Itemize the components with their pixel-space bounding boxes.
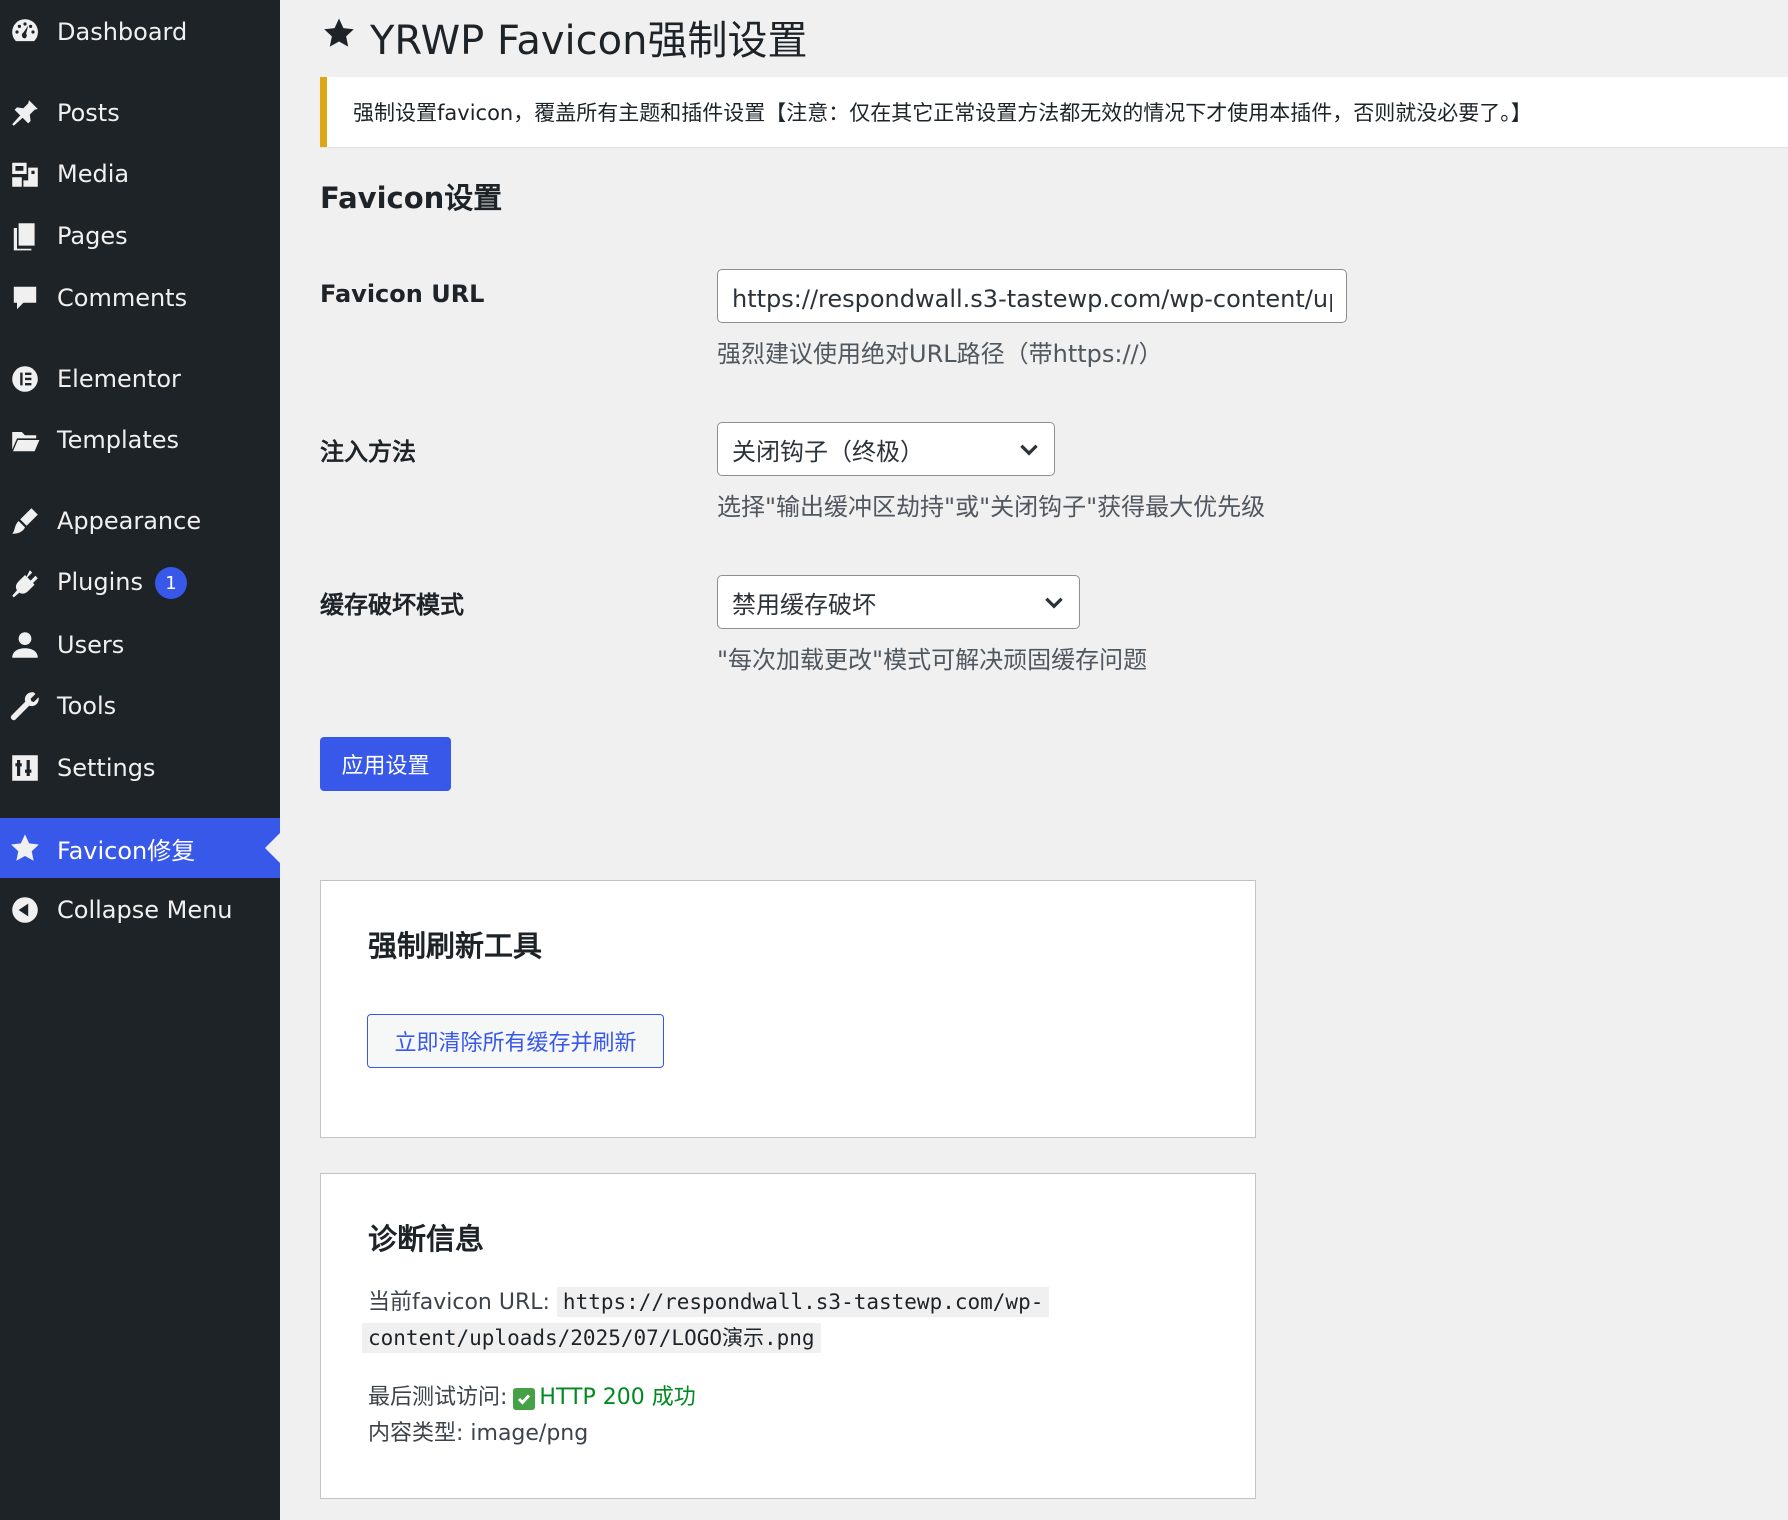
page-title-text: YRWP Favicon强制设置 [370, 18, 808, 64]
pushpin-icon [8, 96, 42, 130]
favicon-url-input[interactable] [717, 269, 1347, 323]
inject-method-select[interactable]: 关闭钩子（终极） [717, 422, 1055, 476]
sidebar-item-templates[interactable]: Templates [0, 410, 280, 470]
last-test-line: 最后测试访问: HTTP 200 成功 [368, 1380, 696, 1416]
apply-settings-button[interactable]: 应用设置 [320, 737, 451, 791]
sidebar-item-label: Settings [57, 754, 156, 782]
sidebar-item-label: Media [57, 160, 130, 188]
sidebar-item-posts[interactable]: Posts [0, 83, 280, 143]
sidebar-item-appearance[interactable]: Appearance [0, 491, 280, 551]
sidebar-item-label: Collapse Menu [57, 896, 233, 924]
sidebar-item-label: Templates [57, 426, 180, 454]
user-icon [8, 628, 42, 662]
sidebar-item-dashboard[interactable]: Dashboard [0, 2, 280, 62]
admin-sidebar: Dashboard Posts Media Pages Comments Ele… [0, 0, 280, 1520]
collapse-icon [8, 893, 42, 927]
main-content: YRWP Favicon强制设置 强制设置favicon，覆盖所有主题和插件设置… [280, 0, 1788, 1520]
current-url-label: 当前favicon URL: [368, 1290, 550, 1315]
sidebar-item-plugins[interactable]: Plugins 1 [0, 553, 280, 613]
pages-icon [8, 219, 42, 253]
cache-mode-description: "每次加载更改"模式可解决顽固缓存问题 [717, 646, 1148, 674]
inject-method-value: 关闭钩子（终极） [732, 437, 924, 466]
sidebar-item-label: Favicon修复 [57, 836, 196, 865]
sidebar-item-label: Plugins 1 [57, 567, 187, 599]
favicon-url-description: 强烈建议使用绝对URL路径（带https://） [717, 340, 1163, 368]
cache-mode-value: 禁用缓存破坏 [732, 590, 876, 619]
content-type-line: 内容类型: image/png [368, 1421, 589, 1446]
favicon-url-label: Favicon URL [320, 280, 485, 308]
current-url-line-2: content/uploads/2025/07/LOGO演示.png [362, 1320, 821, 1357]
diagnostics-title: 诊断信息 [368, 1222, 485, 1256]
sidebar-item-comments[interactable]: Comments [0, 268, 280, 328]
sidebar-item-label: Dashboard [57, 18, 188, 46]
sidebar-item-elementor[interactable]: Elementor [0, 349, 280, 409]
brush-icon [8, 504, 42, 538]
comment-icon [8, 281, 42, 315]
diagnostics-card: 诊断信息 当前favicon URL: https://respondwall.… [320, 1173, 1256, 1499]
sidebar-item-favicon[interactable]: Favicon修复 [0, 818, 280, 878]
sidebar-item-users[interactable]: Users [0, 615, 280, 675]
sidebar-item-label: Tools [57, 692, 117, 720]
plugin-icon [8, 566, 42, 600]
star-icon [8, 831, 42, 865]
sidebar-item-label: Users [57, 631, 125, 659]
clear-cache-button[interactable]: 立即清除所有缓存并刷新 [367, 1014, 664, 1068]
media-icon [8, 157, 42, 191]
wrench-icon [8, 689, 42, 723]
chevron-down-icon [1041, 589, 1067, 615]
cache-mode-select[interactable]: 禁用缓存破坏 [717, 575, 1080, 629]
refresh-tool-card: 强制刷新工具 立即清除所有缓存并刷新 [320, 880, 1256, 1138]
sidebar-item-label: Pages [57, 222, 128, 250]
dashboard-icon [8, 15, 42, 49]
notice-text: 强制设置favicon，覆盖所有主题和插件设置【注意：仅在其它正常设置方法都无效… [353, 101, 1532, 125]
current-url-value-cont: content/uploads/2025/07/LOGO演示.png [362, 1323, 821, 1353]
elementor-icon [8, 362, 42, 396]
last-test-result: HTTP 200 成功 [539, 1385, 696, 1410]
inject-method-description: 选择"输出缓冲区劫持"或"关闭钩子"获得最大优先级 [717, 493, 1266, 521]
star-icon [322, 14, 356, 60]
page-title: YRWP Favicon强制设置 [322, 8, 807, 66]
settings-icon [8, 751, 42, 785]
current-url-value: https://respondwall.s3-tastewp.com/wp- [556, 1287, 1050, 1317]
refresh-tool-title: 强制刷新工具 [368, 929, 543, 963]
collapse-menu-button[interactable]: Collapse Menu [0, 880, 280, 940]
check-icon [513, 1388, 536, 1410]
inject-method-label: 注入方法 [320, 438, 416, 466]
sidebar-item-label: Appearance [57, 507, 202, 535]
chevron-down-icon [1016, 436, 1042, 462]
sidebar-item-tools[interactable]: Tools [0, 676, 280, 736]
sidebar-item-settings[interactable]: Settings [0, 738, 280, 798]
folder-icon [8, 423, 42, 457]
section-title: Favicon设置 [320, 181, 503, 215]
sidebar-item-pages[interactable]: Pages [0, 206, 280, 266]
update-count-badge: 1 [154, 567, 187, 599]
sidebar-item-label: Posts [57, 99, 120, 127]
sidebar-item-label: Comments [57, 284, 188, 312]
sidebar-item-label: Elementor [57, 365, 181, 393]
cache-mode-label: 缓存破坏模式 [320, 591, 464, 619]
sidebar-item-media[interactable]: Media [0, 144, 280, 204]
last-test-label: 最后测试访问: [368, 1385, 508, 1410]
current-url-line: 当前favicon URL: https://respondwall.s3-ta… [368, 1284, 1050, 1321]
warning-notice: 强制设置favicon，覆盖所有主题和插件设置【注意：仅在其它正常设置方法都无效… [320, 77, 1788, 147]
